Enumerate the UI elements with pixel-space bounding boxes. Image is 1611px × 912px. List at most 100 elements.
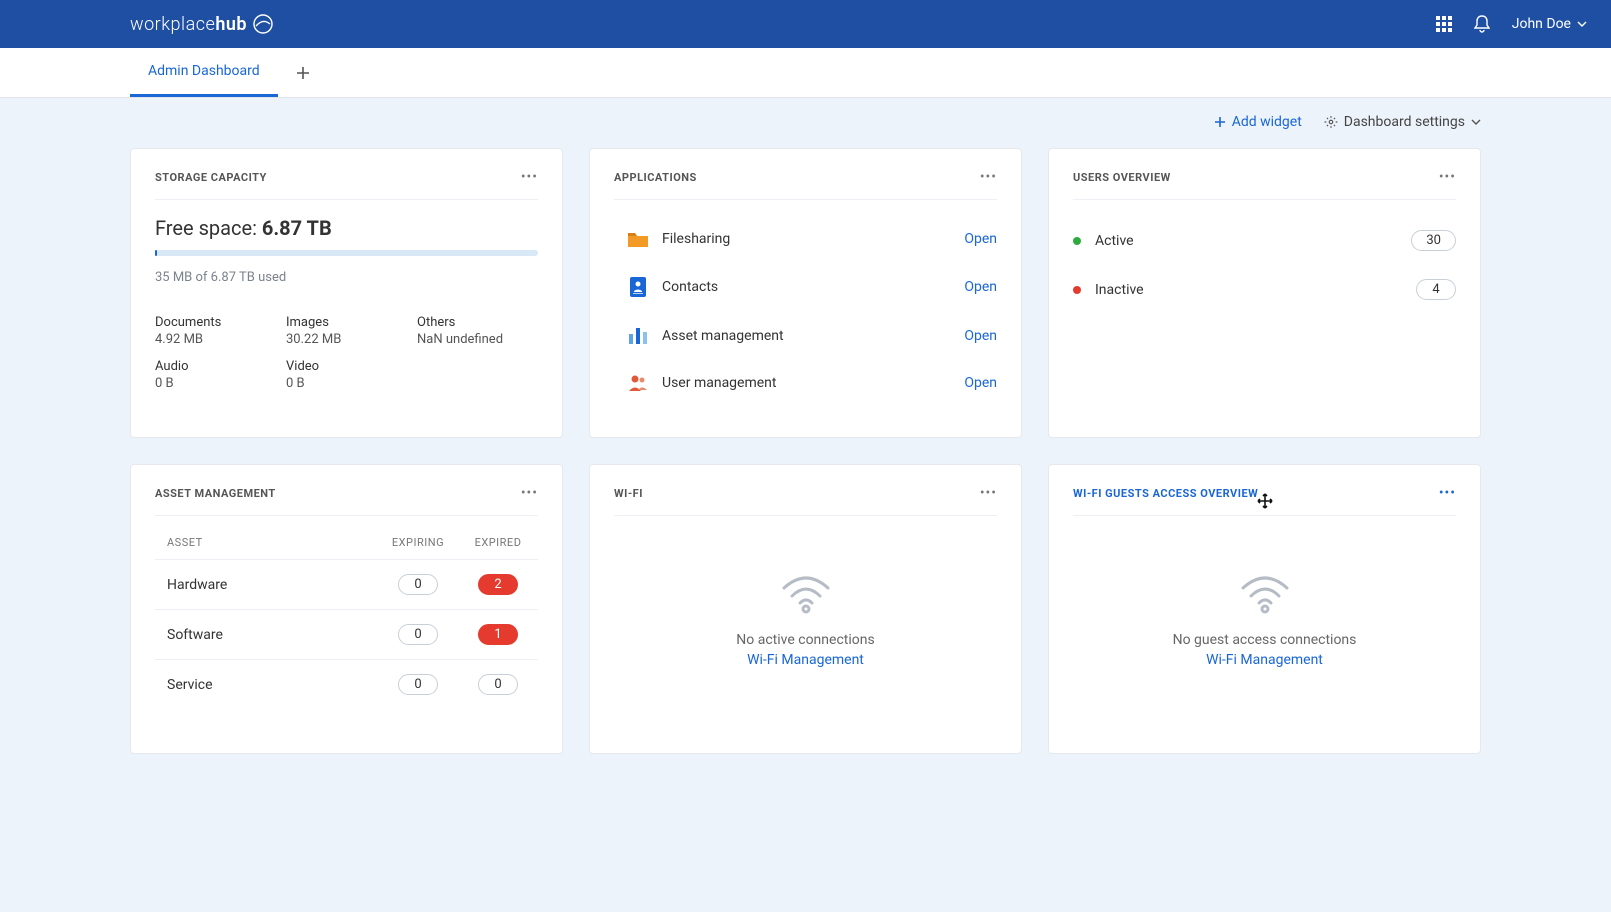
storage-item-label: Images [286,315,407,330]
top-header: workplacehub John Doe [0,0,1611,48]
storage-item-label: Others [417,315,538,330]
widget-title: USERS OVERVIEW [1073,171,1171,184]
asset-name: Software [167,627,378,643]
users-active-row: Active 30 [1073,216,1456,265]
widget-menu-icon[interactable]: ••• [1439,169,1456,185]
plus-icon [296,66,310,80]
header-right: John Doe [1436,15,1587,33]
asset-expiring-pill: 0 [398,624,438,645]
storage-item-value: 0 B [286,376,407,391]
asset-header-col: EXPIRING [378,536,458,549]
tab-admin-dashboard[interactable]: Admin Dashboard [130,48,278,97]
asset-row-hardware: Hardware 0 2 [155,559,538,609]
dashboard-toolbar: Add widget Dashboard settings [0,98,1611,140]
asset-expired-pill: 2 [478,574,518,595]
move-handle-icon[interactable] [1257,493,1273,513]
user-count-pill: 30 [1411,230,1456,251]
user-status-label: Active [1095,233,1411,249]
asset-expiring-pill: 0 [398,674,438,695]
dashboard-settings-label: Dashboard settings [1344,114,1465,130]
widget-menu-icon[interactable]: ••• [980,169,997,185]
storage-item: Images 30.22 MB [286,315,407,347]
wifi-management-link[interactable]: Wi-Fi Management [747,652,864,668]
app-row-user-management: User management Open [614,360,997,406]
storage-item: Video 0 B [286,359,407,391]
dashboard-settings-button[interactable]: Dashboard settings [1324,114,1481,130]
app-open-link[interactable]: Open [964,328,997,344]
storage-item-label: Audio [155,359,276,374]
users-overview-widget: USERS OVERVIEW ••• Active 30 Inactive 4 [1048,148,1481,438]
widget-title: STORAGE CAPACITY [155,171,267,184]
app-name: User management [662,375,964,391]
wifi-icon [778,572,834,618]
status-dot-active [1073,237,1081,245]
asset-table-header: ASSET EXPIRING EXPIRED [155,532,538,559]
storage-used-text: 35 MB of 6.87 TB used [155,270,538,285]
asset-expired-pill: 0 [478,674,518,695]
brand-swirl-icon [251,12,275,36]
user-name: John Doe [1512,16,1571,32]
add-widget-button[interactable]: Add widget [1214,114,1302,130]
plus-icon [1214,116,1226,128]
asset-row-software: Software 0 1 [155,609,538,659]
wifi-guests-widget: WI-FI GUESTS ACCESS OVERVIEW ••• No gues… [1048,464,1481,754]
widget-menu-icon[interactable]: ••• [521,169,538,185]
storage-item: Audio 0 B [155,359,276,391]
wifi-icon [1237,572,1293,618]
asset-name: Hardware [167,577,378,593]
app-name: Filesharing [662,231,964,247]
app-name: Asset management [662,328,964,344]
asset-header-col: ASSET [167,536,378,549]
add-widget-label: Add widget [1232,114,1302,130]
tab-label: Admin Dashboard [148,63,260,79]
user-menu[interactable]: John Doe [1512,16,1587,32]
storage-item-value: NaN undefined [417,332,538,347]
chevron-down-icon [1577,21,1587,27]
add-tab-button[interactable] [278,48,328,97]
brand-text-bold: hub [215,14,247,35]
apps-grid-icon[interactable] [1436,16,1452,32]
applications-widget: APPLICATIONS ••• Filesharing Open Contac… [589,148,1022,438]
widget-menu-icon[interactable]: ••• [1439,485,1456,501]
wifi-empty-state: No active connections Wi-Fi Management [614,532,997,668]
storage-free-value: 6.87 TB [262,216,332,240]
folder-icon [614,230,662,248]
wifi-widget: WI-FI ••• No active connections Wi-Fi Ma… [589,464,1022,754]
widget-menu-icon[interactable]: ••• [521,485,538,501]
users-inactive-row: Inactive 4 [1073,265,1456,314]
storage-item: Others NaN undefined [417,315,538,347]
app-open-link[interactable]: Open [964,375,997,391]
asset-management-widget: ASSET MANAGEMENT ••• ASSET EXPIRING EXPI… [130,464,563,754]
bell-icon[interactable] [1474,15,1490,33]
user-status-label: Inactive [1095,282,1416,298]
wifi-guests-empty-state: No guest access connections Wi-Fi Manage… [1073,532,1456,668]
storage-item-value: 30.22 MB [286,332,407,347]
asset-row-service: Service 0 0 [155,659,538,709]
gear-icon [1324,115,1338,129]
widget-title: WI-FI [614,487,643,500]
wifi-guests-empty-message: No guest access connections [1173,632,1357,648]
storage-breakdown: Documents 4.92 MB Images 30.22 MB Others… [155,315,538,391]
storage-item: Documents 4.92 MB [155,315,276,347]
widget-grid: STORAGE CAPACITY ••• Free space: 6.87 TB… [0,140,1611,794]
app-open-link[interactable]: Open [964,279,997,295]
app-row-asset-management: Asset management Open [614,312,997,360]
storage-item-value: 4.92 MB [155,332,276,347]
storage-item-label: Documents [155,315,276,330]
user-count-pill: 4 [1416,279,1456,300]
asset-expired-pill: 1 [478,624,518,645]
wifi-management-link[interactable]: Wi-Fi Management [1206,652,1323,668]
chart-bars-icon [614,326,662,346]
storage-free-space: Free space: 6.87 TB [155,216,538,240]
app-row-filesharing: Filesharing Open [614,216,997,262]
storage-progress-fill [155,250,157,256]
widget-title: WI-FI GUESTS ACCESS OVERVIEW [1073,487,1258,500]
brand-logo: workplacehub [130,12,275,36]
status-dot-inactive [1073,286,1081,294]
contacts-icon [614,276,662,298]
tab-bar: Admin Dashboard [0,48,1611,98]
wifi-empty-message: No active connections [736,632,874,648]
widget-menu-icon[interactable]: ••• [980,485,997,501]
app-open-link[interactable]: Open [964,231,997,247]
storage-item-value: 0 B [155,376,276,391]
